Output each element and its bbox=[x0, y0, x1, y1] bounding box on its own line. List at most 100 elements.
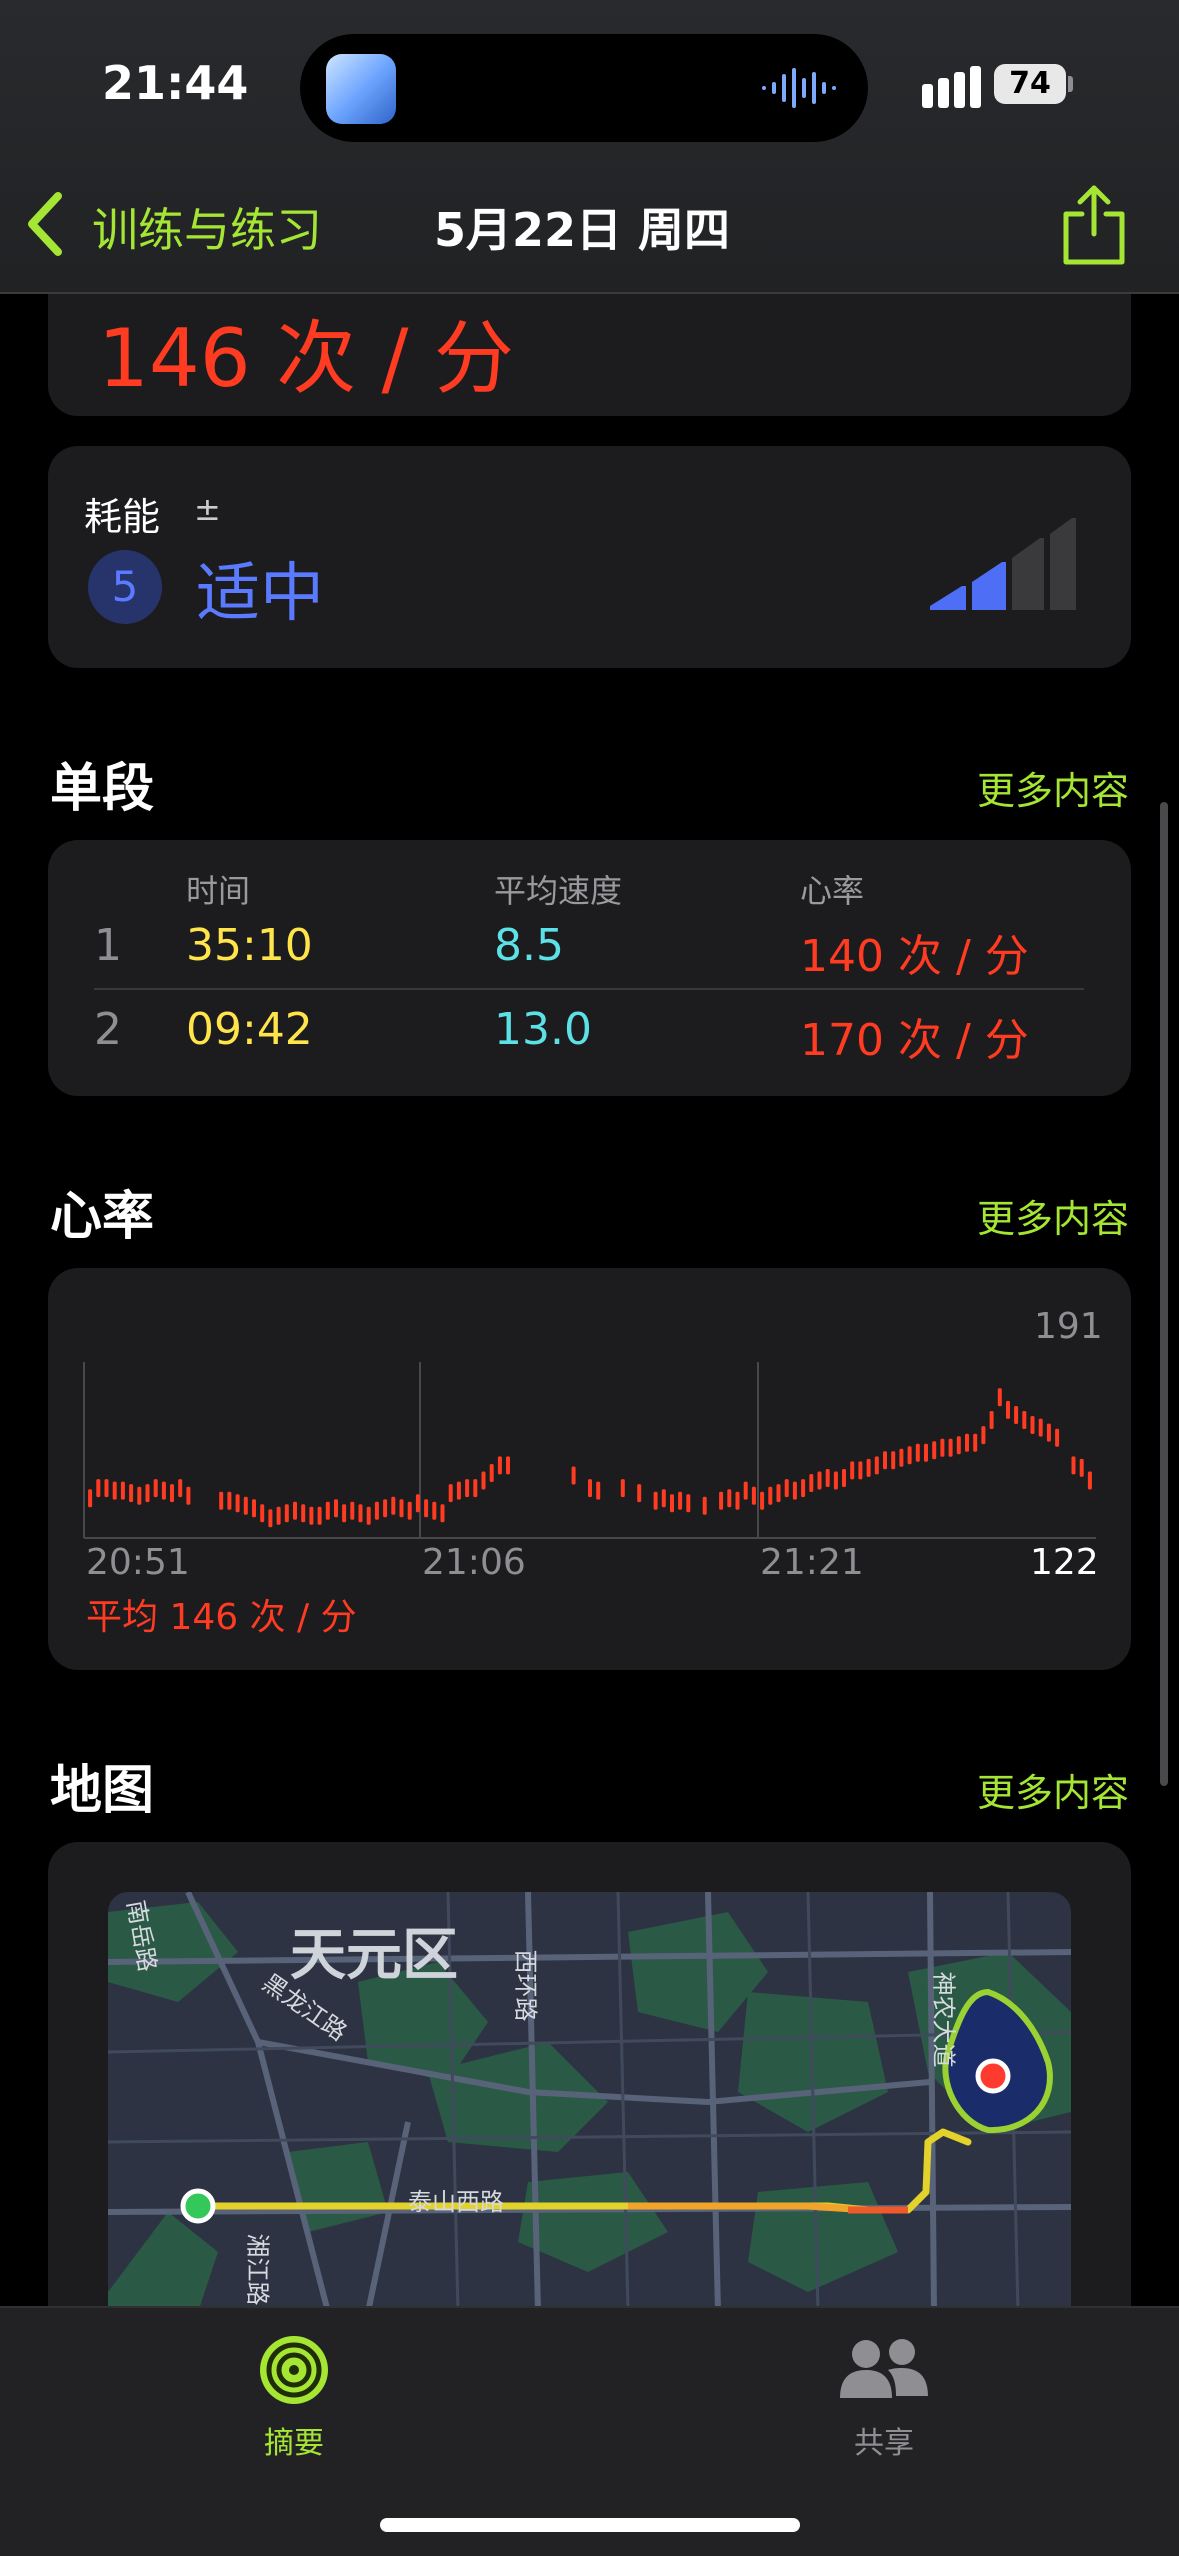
tab-sharing-label: 共享 bbox=[854, 2426, 914, 2461]
split-speed: 13.0 bbox=[494, 1004, 592, 1055]
page-title: 5月22日 周四 bbox=[434, 203, 731, 257]
heart-rate-bar bbox=[792, 1481, 797, 1500]
split-heart-rate: 140 次 / 分 bbox=[800, 931, 1029, 982]
tab-summary-label: 摘要 bbox=[264, 2426, 324, 2461]
heart-rate-bar bbox=[489, 1464, 494, 1482]
heart-rate-bar bbox=[407, 1501, 412, 1520]
split-index: 1 bbox=[94, 920, 122, 971]
heart-rate-bar bbox=[129, 1484, 134, 1503]
splits-title: 单段 bbox=[50, 759, 155, 819]
road-label: 神农大道 bbox=[929, 1971, 958, 2068]
heart-rate-bar bbox=[424, 1499, 429, 1518]
heart-rate-bar bbox=[506, 1456, 510, 1475]
map-more-link[interactable]: 更多内容 bbox=[977, 1762, 1129, 1817]
chevron-left-icon[interactable] bbox=[22, 190, 68, 258]
effort-adjust-icon[interactable]: ± bbox=[194, 490, 221, 528]
heart-rate-bar bbox=[776, 1484, 781, 1503]
heart-rate-bar bbox=[1022, 1411, 1027, 1429]
heart-rate-bar bbox=[350, 1501, 355, 1520]
heart-rate-bar bbox=[276, 1506, 281, 1525]
effort-card[interactable]: 耗能 ± 5 适中 bbox=[48, 446, 1131, 668]
heart-rate-bar bbox=[317, 1506, 322, 1525]
x-tick-label: 21:21 bbox=[760, 1542, 864, 1583]
heart-rate-bar bbox=[252, 1499, 256, 1518]
heart-rate-bar bbox=[342, 1504, 347, 1523]
heart-rate-bar bbox=[981, 1426, 986, 1445]
effort-level-badge: 5 bbox=[88, 550, 162, 624]
split-time: 09:42 bbox=[186, 1004, 313, 1055]
heart-rate-bar bbox=[104, 1479, 109, 1498]
map-card[interactable]: 天元区 黑龙江路 西环路 泰山西路 神农大道 南岳路 湘江路 bbox=[48, 1842, 1131, 2342]
splits-more-link[interactable]: 更多内容 bbox=[977, 760, 1129, 815]
tab-bar: 摘要 共享 bbox=[0, 2306, 1179, 2556]
heart-rate-bar bbox=[284, 1504, 289, 1523]
heart-rate-bar bbox=[473, 1479, 478, 1498]
battery-tip bbox=[1068, 76, 1073, 92]
heart-rate-bar bbox=[227, 1491, 232, 1510]
effort-bars-icon bbox=[930, 518, 1076, 610]
heart-rate-bar bbox=[391, 1496, 396, 1515]
avg-heart-rate-value: 146 次 / 分 bbox=[98, 312, 514, 405]
heart-rate-bar bbox=[1038, 1418, 1043, 1437]
col-speed-header: 平均速度 bbox=[494, 872, 623, 910]
heart-rate-bar bbox=[719, 1491, 724, 1510]
back-button[interactable]: 训练与练习 bbox=[92, 194, 322, 260]
scrollbar[interactable] bbox=[1160, 802, 1168, 1786]
activity-rings-icon bbox=[260, 2336, 328, 2404]
heart-rate-bar bbox=[948, 1438, 953, 1457]
heart-rate-bar bbox=[415, 1494, 420, 1513]
y-min-label: 122 bbox=[1030, 1542, 1099, 1583]
status-time: 21:44 bbox=[102, 56, 249, 110]
col-hr-header: 心率 bbox=[800, 872, 865, 910]
heart-rate-bar bbox=[956, 1436, 961, 1455]
heart-rate-bar bbox=[301, 1504, 306, 1523]
heart-rate-bar bbox=[358, 1504, 363, 1523]
heart-rate-bar bbox=[170, 1484, 174, 1503]
heart-rate-bar bbox=[702, 1496, 707, 1515]
heart-rate-more-link[interactable]: 更多内容 bbox=[977, 1188, 1129, 1243]
route-map[interactable]: 天元区 黑龙江路 西环路 泰山西路 神农大道 南岳路 湘江路 bbox=[108, 1892, 1071, 2312]
heart-rate-chart-card[interactable]: 191 20:51 21:06 21:21 122 平均 146 次 / 分 bbox=[48, 1268, 1131, 1670]
dynamic-island[interactable] bbox=[300, 34, 868, 142]
heart-rate-bar bbox=[96, 1479, 101, 1498]
heart-rate-bar bbox=[1079, 1458, 1084, 1477]
heart-rate-bar bbox=[915, 1443, 920, 1462]
heart-rate-bar bbox=[383, 1499, 388, 1518]
tab-sharing[interactable]: 共享 bbox=[784, 2332, 984, 2462]
heart-rate-bar bbox=[801, 1479, 806, 1498]
heart-rate-bar bbox=[334, 1499, 338, 1518]
heart-rate-bar bbox=[1030, 1416, 1035, 1434]
heart-rate-bar bbox=[989, 1411, 994, 1429]
heart-rate-bar bbox=[891, 1451, 896, 1470]
heart-rate-bar bbox=[1046, 1423, 1051, 1442]
heart-rate-bar bbox=[637, 1484, 642, 1503]
effort-label: 耗能 bbox=[84, 495, 161, 539]
heart-rate-bar bbox=[153, 1479, 158, 1498]
heart-rate-bar bbox=[965, 1433, 969, 1452]
x-tick-label: 21:06 bbox=[422, 1542, 526, 1583]
heart-rate-bar bbox=[670, 1494, 674, 1513]
heart-rate-bar bbox=[293, 1501, 297, 1520]
tab-summary[interactable]: 摘要 bbox=[194, 2332, 394, 2462]
split-heart-rate: 170 次 / 分 bbox=[800, 1015, 1029, 1066]
heart-rate-bar bbox=[596, 1481, 601, 1500]
heart-rate-bar bbox=[497, 1456, 502, 1475]
heart-rate-bar bbox=[973, 1433, 978, 1452]
heart-rate-bar bbox=[907, 1446, 912, 1465]
heart-rate-bar bbox=[768, 1486, 773, 1505]
heart-rate-bar bbox=[899, 1448, 904, 1467]
heart-rate-bar bbox=[1006, 1400, 1010, 1419]
heart-rate-bar bbox=[120, 1481, 125, 1500]
heart-rate-bar bbox=[260, 1504, 265, 1523]
heart-rate-bar bbox=[842, 1469, 846, 1487]
home-indicator[interactable] bbox=[380, 2518, 800, 2532]
road-label: 西环路 bbox=[511, 1949, 540, 2022]
share-icon[interactable] bbox=[1060, 184, 1128, 266]
heart-rate-bar bbox=[784, 1479, 789, 1498]
heart-rate-bar bbox=[325, 1501, 330, 1520]
row-divider bbox=[94, 988, 1084, 990]
heart-rate-bar bbox=[1055, 1428, 1060, 1447]
heart-rate-bar bbox=[825, 1469, 830, 1487]
heart-rate-bar bbox=[448, 1484, 453, 1503]
splits-card: 时间 平均速度 心率 1 35:10 8.5 140 次 / 分 2 09:42… bbox=[48, 840, 1131, 1096]
